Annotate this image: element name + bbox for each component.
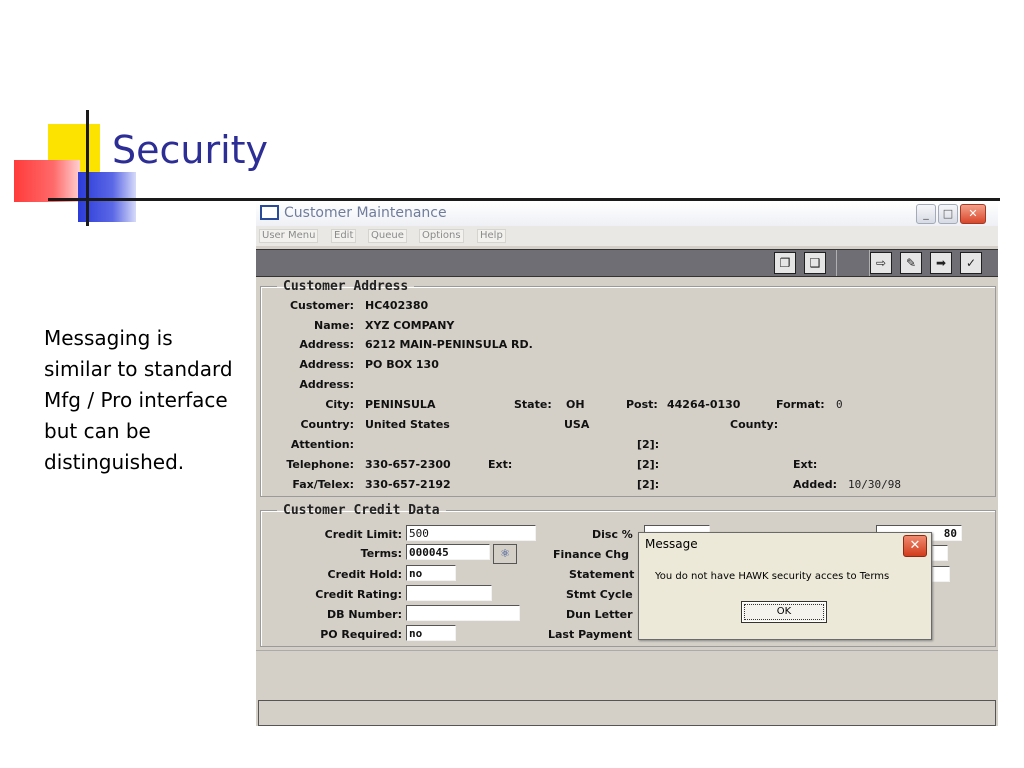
terms-field[interactable]: 000045: [406, 544, 490, 560]
menu-help[interactable]: Help: [477, 229, 506, 243]
window-icon: [260, 205, 279, 220]
format-value[interactable]: 0: [836, 398, 843, 411]
next-record-icon[interactable]: ➡: [930, 252, 952, 274]
minimize-button[interactable]: _: [916, 204, 936, 224]
added-label: Added:: [793, 478, 837, 491]
telephone2-label: [2]:: [637, 458, 660, 471]
added-value: 10/30/98: [848, 478, 901, 491]
status-bar: [258, 700, 996, 726]
paste-icon[interactable]: ❑: [804, 252, 826, 274]
menu-edit[interactable]: Edit: [331, 229, 357, 243]
country-label: Country:: [300, 418, 354, 431]
menu-user-menu[interactable]: User Menu: [259, 229, 319, 243]
confirm-icon[interactable]: ✓: [960, 252, 982, 274]
state-value[interactable]: OH: [566, 398, 585, 411]
telephone-label: Telephone:: [286, 458, 354, 471]
telephone2-ext-label: Ext:: [793, 458, 818, 471]
message-dialog: Message ✕ You do not have HAWK security …: [638, 532, 932, 640]
attention2-label: [2]:: [637, 438, 660, 451]
terms-label: Terms:: [360, 547, 402, 560]
window-title: Customer Maintenance: [284, 205, 447, 221]
credit-limit-label: Credit Limit:: [324, 528, 402, 541]
slide-title: Security: [112, 128, 269, 172]
name-label: Name:: [314, 319, 354, 332]
telephone-value[interactable]: 330-657-2300: [365, 458, 451, 471]
title-underline: [48, 198, 1000, 201]
stmt-cycle-label: Stmt Cycle: [566, 588, 633, 601]
county-label: County:: [730, 418, 779, 431]
state-label: State:: [514, 398, 552, 411]
statement-label: Statement: [569, 568, 635, 581]
customer-address-legend: Customer Address: [283, 279, 409, 294]
close-button[interactable]: ✕: [960, 204, 986, 224]
address1-label: Address:: [299, 338, 354, 351]
country-value[interactable]: United States: [365, 418, 450, 431]
dialog-message: You do not have HAWK security acces to T…: [655, 571, 890, 582]
address3-label: Address:: [299, 378, 354, 391]
address1-value[interactable]: 6212 MAIN-PENINSULA RD.: [365, 338, 533, 351]
credit-limit-field[interactable]: 500: [406, 525, 536, 541]
credit-rating-field[interactable]: [406, 585, 492, 601]
window-titlebar[interactable]: Customer Maintenance _ □ ✕: [256, 202, 998, 226]
finance-chg-label: Finance Chg: [553, 548, 629, 561]
copy-icon[interactable]: ❐: [774, 252, 796, 274]
toolbar-separator: [836, 250, 870, 276]
dun-letter-label: Dun Letter: [566, 608, 633, 621]
country-code-value[interactable]: USA: [564, 418, 589, 431]
customer-label: Customer:: [289, 299, 354, 312]
po-required-field[interactable]: no: [406, 625, 456, 641]
format-label: Format:: [776, 398, 825, 411]
customer-maintenance-window: Customer Maintenance _ □ ✕ User Menu Edi…: [256, 202, 998, 726]
terms-lookup-icon[interactable]: ⚛: [493, 544, 517, 564]
window-bottom-area: [256, 650, 998, 701]
db-number-field[interactable]: [406, 605, 520, 621]
last-payment-label: Last Payment: [548, 628, 633, 641]
inquiry-icon[interactable]: ⇨: [870, 252, 892, 274]
credit-hold-field[interactable]: no: [406, 565, 456, 581]
po-required-label: PO Required:: [320, 628, 402, 641]
address2-value[interactable]: PO BOX 130: [365, 358, 439, 371]
disc-label: Disc %: [592, 528, 633, 541]
fax2-label: [2]:: [637, 478, 660, 491]
maximize-button[interactable]: □: [938, 204, 958, 224]
city-value[interactable]: PENINSULA: [365, 398, 435, 411]
dialog-close-button[interactable]: ✕: [903, 535, 927, 557]
credit-rating-label: Credit Rating:: [315, 588, 402, 601]
ok-button[interactable]: OK: [741, 601, 827, 623]
menu-bar: User Menu Edit Queue Options Help: [256, 226, 998, 246]
telephone-ext-label: Ext:: [488, 458, 513, 471]
menu-queue[interactable]: Queue: [368, 229, 407, 243]
dialog-title: Message: [645, 537, 698, 551]
decor-red-square: [14, 160, 80, 202]
address2-label: Address:: [299, 358, 354, 371]
fax-value[interactable]: 330-657-2192: [365, 478, 451, 491]
db-number-label: DB Number:: [326, 608, 402, 621]
toolbar: ❐ ❑ ⇨ ✎ ➡ ✓: [256, 249, 998, 277]
credit-hold-label: Credit Hold:: [327, 568, 403, 581]
customer-value[interactable]: HC402380: [365, 299, 428, 312]
name-value[interactable]: XYZ COMPANY: [365, 319, 454, 332]
fax-label: Fax/Telex:: [292, 478, 354, 491]
edit-icon[interactable]: ✎: [900, 252, 922, 274]
customer-credit-legend: Customer Credit Data: [283, 503, 440, 518]
menu-options[interactable]: Options: [419, 229, 464, 243]
decor-vertical-line: [86, 110, 89, 226]
attention-label: Attention:: [290, 438, 354, 451]
city-label: City:: [325, 398, 354, 411]
post-label: Post:: [626, 398, 658, 411]
post-value[interactable]: 44264-0130: [667, 398, 740, 411]
slide-body-text: Messaging is similar to standard Mfg / P…: [44, 326, 233, 474]
